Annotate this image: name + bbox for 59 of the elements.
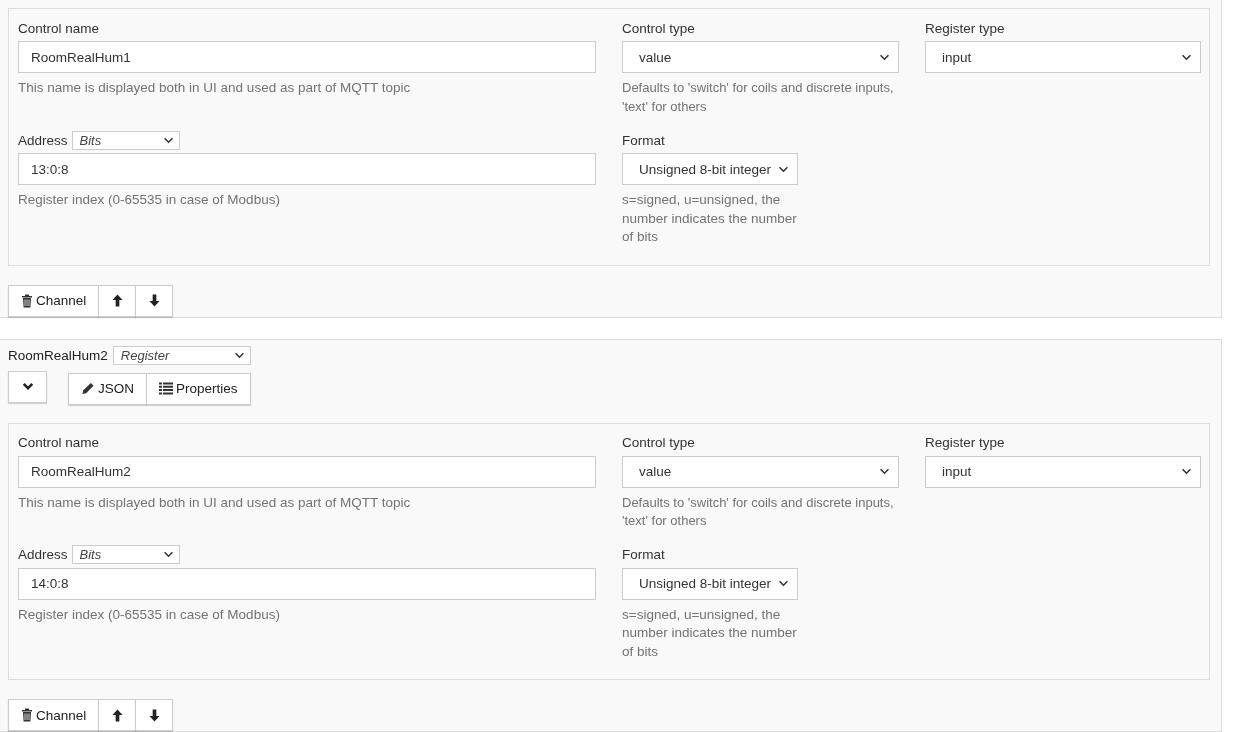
help-text: Register index (0-65535 in case of Modbus) xyxy=(18,191,281,209)
collapse-button[interactable] xyxy=(8,370,47,403)
pencil-icon xyxy=(81,382,95,395)
text-field[interactable]: RoomRealHum2 xyxy=(18,455,596,488)
help-text: This name is displayed both in UI and used as part of MQTT topic xyxy=(18,493,412,512)
format-select[interactable]: Unsigned 8-bit integer xyxy=(622,153,798,185)
address-mode-select[interactable]: Bits xyxy=(71,130,180,150)
json-button[interactable]: JSON xyxy=(68,372,147,405)
caret-icon xyxy=(879,468,890,475)
channel-name: RoomRealHum2 xyxy=(8,348,108,363)
properties-button[interactable]: Properties xyxy=(146,372,251,405)
caret-icon xyxy=(1181,53,1192,61)
arrow-down-icon xyxy=(148,708,160,722)
delete-channel-button[interactable]: Channel xyxy=(8,699,100,731)
field-label: Address xyxy=(18,132,68,148)
move-down-button[interactable] xyxy=(135,699,174,731)
list-icon xyxy=(159,382,173,395)
move-up-button[interactable] xyxy=(98,699,137,731)
text-field[interactable]: 14:0:8 xyxy=(18,567,596,600)
text-field[interactable]: RoomRealHum1 xyxy=(18,41,596,73)
text-field[interactable]: 13:0:8 xyxy=(18,153,596,185)
arrow-down-icon xyxy=(148,294,160,307)
field-label: Control type xyxy=(622,20,695,36)
arrow-up-icon xyxy=(111,708,123,722)
register-type-select[interactable]: input xyxy=(925,41,1201,73)
control-type-select[interactable]: value xyxy=(622,455,899,488)
format-select[interactable]: Unsigned 8-bit integer xyxy=(622,567,798,600)
trash-icon xyxy=(21,708,33,722)
channel-type-select[interactable]: Register xyxy=(112,346,251,365)
field-label: Address xyxy=(18,547,68,562)
address-mode-select[interactable]: Bits xyxy=(71,545,180,564)
register-type-select[interactable]: input xyxy=(925,455,1201,488)
move-down-button[interactable] xyxy=(135,284,174,317)
help-text: Defaults to 'switch' for coils and discrete inputs, 'text' for others xyxy=(622,493,895,530)
field-label: Register type xyxy=(925,20,1005,36)
help-text: Defaults to 'switch' for coils and discrete inputs, 'text' for others xyxy=(622,79,895,116)
move-up-button[interactable] xyxy=(98,284,137,317)
help-text: This name is displayed both in UI and used as part of MQTT topic xyxy=(18,79,412,97)
delete-channel-button[interactable]: Channel xyxy=(8,284,100,317)
field-label: Control name xyxy=(18,20,100,36)
field-label: Control name xyxy=(18,435,100,450)
field-label: Control type xyxy=(622,435,695,450)
arrow-up-icon xyxy=(111,294,123,307)
caret-icon xyxy=(778,165,789,173)
help-text: s=signed, u=unsigned, the number indicates the number of bits xyxy=(622,605,798,661)
caret-icon xyxy=(162,136,174,144)
help-text: s=signed, u=unsigned, the number indicates the number of bits xyxy=(622,191,798,246)
caret-icon xyxy=(233,352,245,359)
caret-icon xyxy=(162,551,174,558)
caret-icon xyxy=(778,580,789,587)
field-label: Register type xyxy=(925,435,1005,450)
caret-icon xyxy=(1181,468,1192,475)
chevron-down-icon xyxy=(21,382,34,391)
help-text: Register index (0-65535 in case of Modbus) xyxy=(18,605,281,624)
control-type-select[interactable]: value xyxy=(622,41,899,73)
trash-icon xyxy=(21,293,33,308)
caret-icon xyxy=(879,53,890,61)
field-label: Format xyxy=(622,547,665,562)
field-label: Format xyxy=(622,132,665,148)
